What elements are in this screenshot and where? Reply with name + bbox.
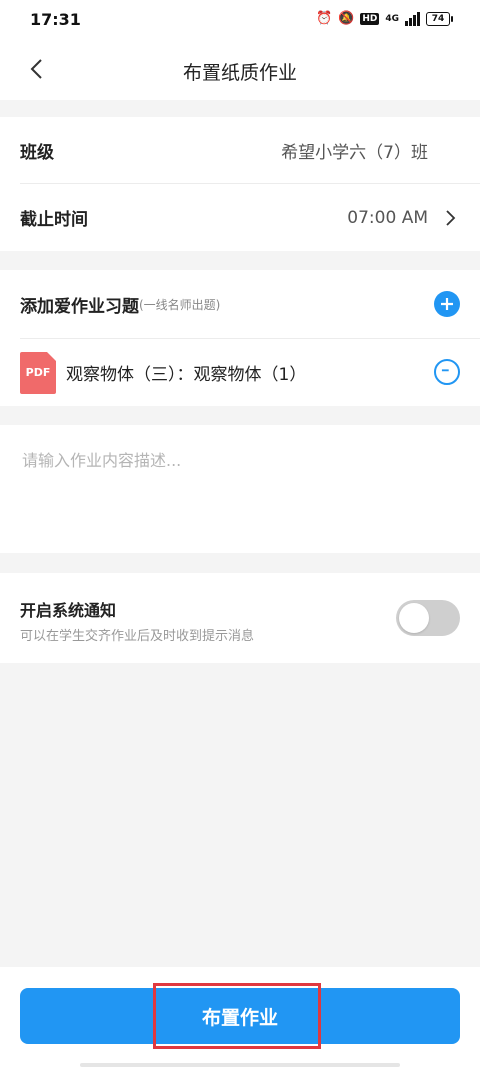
- chevron-right-icon: [446, 209, 456, 226]
- status-time: 17:31: [30, 10, 81, 29]
- info-card: 班级 希望小学六（7）班 截止时间 07:00 AM: [0, 117, 480, 251]
- add-exercise-button[interactable]: [434, 291, 460, 317]
- pdf-file-icon: PDF: [20, 351, 56, 394]
- class-row[interactable]: 班级 希望小学六（7）班: [20, 117, 460, 183]
- signal-icon: [405, 11, 420, 26]
- exercises-title: 添加爱作业习题: [20, 296, 139, 317]
- status-icons: ⏰ 🔕 HD 4G 74: [315, 11, 453, 26]
- add-exercise-row[interactable]: 添加爱作业习题 (一线名师出题): [20, 270, 460, 338]
- deadline-value: 07:00 AM: [347, 207, 428, 228]
- status-bar: 17:31 ⏰ 🔕 HD 4G 74: [0, 0, 480, 40]
- description-input[interactable]: [20, 445, 464, 539]
- toggle-knob: [399, 603, 429, 633]
- class-value: 希望小学六（7）班: [281, 142, 428, 163]
- assign-homework-button[interactable]: 布置作业: [20, 988, 460, 1044]
- mute-bell-icon: 🔕: [338, 11, 355, 26]
- deadline-label: 截止时间: [20, 210, 88, 230]
- remove-exercise-button[interactable]: [434, 359, 460, 385]
- battery-icon: 74: [426, 11, 453, 26]
- notification-card: 开启系统通知 可以在学生交齐作业后及时收到提示消息: [0, 573, 480, 663]
- deadline-row[interactable]: 截止时间 07:00 AM: [20, 184, 460, 251]
- home-indicator: [80, 1063, 400, 1067]
- class-label: 班级: [20, 142, 54, 163]
- exercises-card: 添加爱作业习题 (一线名师出题) PDF 观察物体（三）：观察物体（1）: [0, 270, 480, 406]
- alarm-icon: ⏰: [315, 11, 333, 26]
- network-type: 4G: [385, 13, 399, 24]
- notification-subtitle: 可以在学生交齐作业后及时收到提示消息: [20, 629, 255, 644]
- nav-bar: 布置纸质作业: [0, 40, 480, 100]
- exercises-hint: (一线名师出题): [139, 297, 221, 312]
- exercise-name: 观察物体（三）：观察物体（1）: [66, 365, 307, 385]
- notification-title: 开启系统通知: [20, 601, 117, 620]
- hd-badge: HD: [360, 12, 380, 25]
- exercise-item: PDF 观察物体（三）：观察物体（1）: [20, 339, 460, 406]
- notification-toggle[interactable]: [396, 600, 460, 636]
- file-type-label: PDF: [25, 366, 51, 379]
- page-title: 布置纸质作业: [182, 62, 297, 84]
- description-card: [0, 425, 480, 553]
- footer: 布置作业: [0, 967, 480, 1067]
